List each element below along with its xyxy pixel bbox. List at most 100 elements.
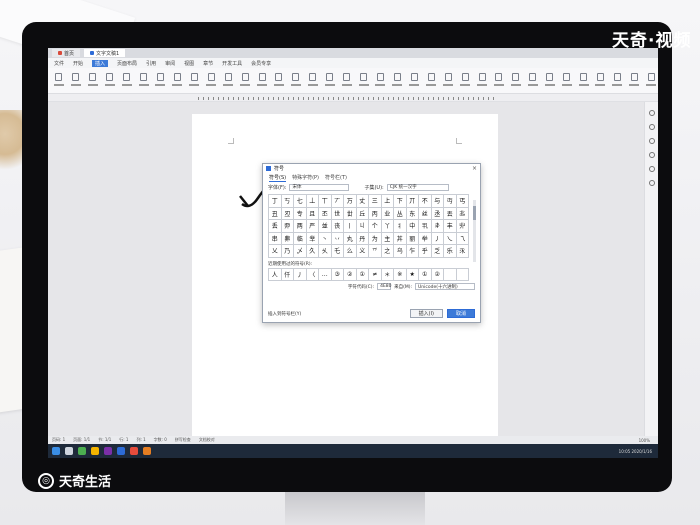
- symbol-cell[interactable]: 丒: [281, 207, 294, 220]
- symbol-cell[interactable]: 丧: [331, 220, 344, 233]
- recent-symbol-cell[interactable]: …: [319, 268, 332, 281]
- recent-symbol-cell[interactable]: ②: [344, 268, 357, 281]
- symbol-cell[interactable]: 丩: [356, 220, 369, 233]
- symbol-cell[interactable]: 丫: [381, 220, 394, 233]
- symbol-cell[interactable]: 丸: [344, 232, 357, 245]
- symbol-cell[interactable]: 为: [369, 232, 382, 245]
- ribbon-button[interactable]: [475, 71, 489, 91]
- symbol-cell[interactable]: 丈: [356, 195, 369, 208]
- recent-symbol-cell[interactable]: ≠: [369, 268, 382, 281]
- symbol-cell[interactable]: 万: [344, 195, 357, 208]
- symbol-cell[interactable]: 丰: [444, 220, 457, 233]
- symbol-cell[interactable]: 丟: [444, 207, 457, 220]
- recent-symbol-cell[interactable]: 人: [269, 268, 282, 281]
- share-icon[interactable]: [648, 166, 655, 172]
- symbol-cell[interactable]: 乐: [444, 245, 457, 258]
- ribbon-button[interactable]: [543, 71, 557, 91]
- recent-symbol-cell[interactable]: 丿: [294, 268, 307, 281]
- ribbon-button[interactable]: [390, 71, 404, 91]
- symbol-cell[interactable]: 且: [306, 207, 319, 220]
- recent-symbol-cell[interactable]: [456, 268, 469, 281]
- symbol-cell[interactable]: 之: [381, 245, 394, 258]
- menu-member[interactable]: 会员专享: [251, 60, 271, 67]
- recent-symbol-cell[interactable]: ③: [331, 268, 344, 281]
- tab-symbol-bar[interactable]: 符号栏(T): [325, 174, 347, 181]
- symbol-cell[interactable]: 下: [394, 195, 407, 208]
- ribbon-button[interactable]: [170, 71, 184, 91]
- ribbon-button[interactable]: [154, 71, 168, 91]
- symbol-cell[interactable]: 丌: [406, 195, 419, 208]
- symbol-cell[interactable]: 乀: [444, 232, 457, 245]
- symbol-cell[interactable]: 丵: [306, 232, 319, 245]
- recent-symbol-cell[interactable]: ②: [431, 268, 444, 281]
- symbol-cell[interactable]: 丶: [319, 232, 332, 245]
- ribbon-button[interactable]: [577, 71, 591, 91]
- symbol-cell[interactable]: 严: [306, 220, 319, 233]
- symbol-cell[interactable]: 丛: [394, 207, 407, 220]
- recent-symbol-cell[interactable]: ※: [394, 268, 407, 281]
- ribbon-button[interactable]: [407, 71, 421, 91]
- help-icon[interactable]: [648, 180, 655, 186]
- symbol-cell[interactable]: 乁: [456, 232, 469, 245]
- symbol-cell[interactable]: 丕: [319, 207, 332, 220]
- symbol-cell[interactable]: 丂: [281, 195, 294, 208]
- ribbon-button[interactable]: [374, 71, 388, 91]
- menu-review[interactable]: 审阅: [165, 60, 175, 67]
- symbol-cell[interactable]: 么: [344, 245, 357, 258]
- menu-insert[interactable]: 插入: [92, 59, 109, 67]
- recent-symbol-cell[interactable]: ①: [356, 268, 369, 281]
- symbol-cell[interactable]: 丙: [369, 207, 382, 220]
- status-proofread[interactable]: 文档校对: [199, 437, 215, 443]
- tab-special-chars[interactable]: 特殊字符(P): [292, 174, 319, 181]
- recent-symbol-cell[interactable]: ＊: [381, 268, 394, 281]
- scroll-thumb[interactable]: [473, 206, 476, 220]
- symbol-cell[interactable]: 乂: [269, 245, 282, 258]
- ribbon-button[interactable]: [187, 71, 201, 91]
- symbol-cell[interactable]: 丁: [269, 195, 282, 208]
- symbol-cell[interactable]: 丝: [419, 207, 432, 220]
- ribbon-button[interactable]: [594, 71, 608, 91]
- ribbon-button[interactable]: [357, 71, 371, 91]
- symbol-cell[interactable]: 两: [294, 220, 307, 233]
- symbol-cell[interactable]: 丢: [269, 220, 282, 233]
- symbol-cell[interactable]: 专: [294, 207, 307, 220]
- ribbon-button[interactable]: [644, 71, 658, 91]
- symbol-cell[interactable]: 並: [319, 220, 332, 233]
- symbol-cell[interactable]: 三: [369, 195, 382, 208]
- tab-home[interactable]: 首页: [52, 49, 81, 57]
- tab-document[interactable]: 文字文稿1: [84, 49, 126, 57]
- folder-icon[interactable]: [91, 447, 99, 455]
- ribbon-button[interactable]: [272, 71, 286, 91]
- ribbon-button[interactable]: [103, 71, 117, 91]
- recent-symbol-cell[interactable]: 仟: [281, 268, 294, 281]
- symbol-cell[interactable]: 丞: [431, 207, 444, 220]
- ribbon-button[interactable]: [560, 71, 574, 91]
- symbol-cell[interactable]: 丑: [269, 207, 282, 220]
- start-icon[interactable]: [52, 447, 60, 455]
- menu-layout[interactable]: 页面布局: [117, 60, 137, 67]
- ribbon-button[interactable]: [120, 71, 134, 91]
- symbol-cell[interactable]: 丯: [431, 220, 444, 233]
- font-select[interactable]: 宋体: [289, 183, 350, 191]
- symbol-cell[interactable]: 业: [381, 207, 394, 220]
- ribbon-button[interactable]: [458, 71, 472, 91]
- ribbon-button[interactable]: [340, 71, 354, 91]
- menu-home[interactable]: 开始: [73, 60, 83, 67]
- ribbon-button[interactable]: [441, 71, 455, 91]
- symbol-cell[interactable]: 乄: [294, 245, 307, 258]
- symbol-bar-link[interactable]: 插入到符号栏(Y): [268, 311, 301, 317]
- tab-symbols[interactable]: 符号(S): [269, 174, 287, 182]
- symbol-cell[interactable]: 丱: [456, 220, 469, 233]
- ribbon-button[interactable]: [289, 71, 303, 91]
- ribbon-button[interactable]: [306, 71, 320, 91]
- symbol-cell[interactable]: 不: [419, 195, 432, 208]
- symbol-cell[interactable]: 乍: [406, 245, 419, 258]
- symbol-cell[interactable]: 丆: [331, 195, 344, 208]
- menu-dev-tools[interactable]: 开发工具: [222, 60, 242, 67]
- ribbon-button[interactable]: [238, 71, 252, 91]
- ribbon-button[interactable]: [204, 71, 218, 91]
- ribbon-button[interactable]: [86, 71, 100, 91]
- history-icon[interactable]: [648, 138, 655, 144]
- tray-clock[interactable]: 10:05 2020/1/16: [619, 449, 658, 454]
- symbol-cell[interactable]: 乏: [431, 245, 444, 258]
